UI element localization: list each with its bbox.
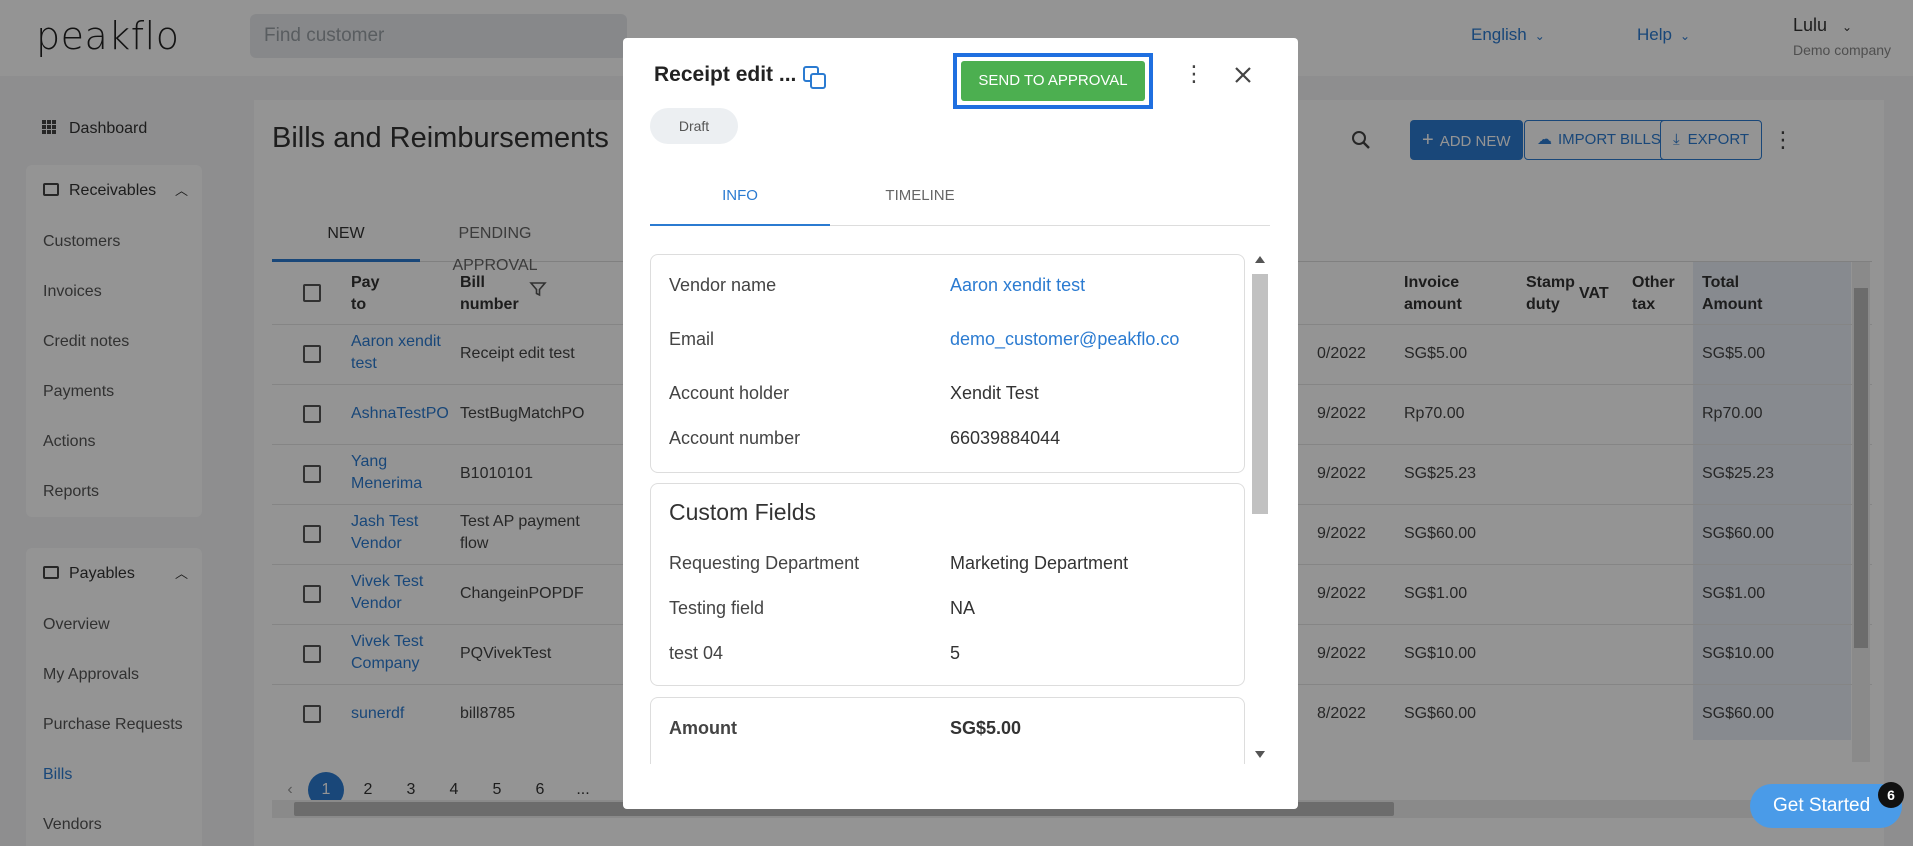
send-to-approval-highlight: SEND TO APPROVAL <box>953 53 1153 109</box>
account-holder-label: Account holder <box>669 383 790 403</box>
amount-label: Amount <box>669 718 737 738</box>
requesting-department-label: Requesting Department <box>669 553 860 573</box>
modal-tabs: INFO TIMELINE <box>650 178 1270 226</box>
requesting-department-value: Marketing Department <box>950 553 1129 573</box>
more-options-icon[interactable]: ⋮ <box>1183 63 1205 85</box>
testing-field-value: NA <box>950 598 976 618</box>
account-number-value: 66039884044 <box>950 428 1061 448</box>
custom-fields-card: Custom Fields Requesting Department Mark… <box>650 483 1245 686</box>
tab-timeline[interactable]: TIMELINE <box>830 178 1010 226</box>
copy-icon[interactable] <box>801 64 829 92</box>
modal-scroll-body[interactable]: Vendor name Aaron xendit test Email demo… <box>650 254 1272 764</box>
bill-detail-modal: Receipt edit ... SEND TO APPROVAL ⋮ Draf… <box>623 38 1298 809</box>
email-link[interactable]: demo_customer@peakflo.co <box>950 329 1179 350</box>
modal-title: Receipt edit ... <box>654 63 797 86</box>
test-04-label: test 04 <box>669 643 724 663</box>
amount-value: SG$5.00 <box>950 718 1022 738</box>
status-badge: Draft <box>650 108 738 144</box>
close-icon[interactable] <box>1231 63 1255 87</box>
scroll-down-arrow-icon[interactable] <box>1255 751 1265 758</box>
tab-info[interactable]: INFO <box>650 178 830 226</box>
vendor-name-label: Vendor name <box>669 275 777 295</box>
account-holder-value: Xendit Test <box>950 383 1039 403</box>
vendor-name-link[interactable]: Aaron xendit test <box>950 275 1085 296</box>
amount-card: Amount SG$5.00 <box>650 697 1245 764</box>
custom-fields-title: Custom Fields <box>669 499 816 525</box>
email-label: Email <box>669 329 715 349</box>
modal-vertical-scrollbar[interactable] <box>1248 254 1272 764</box>
vendor-card: Vendor name Aaron xendit test Email demo… <box>650 254 1245 473</box>
test-04-value: 5 <box>950 643 961 663</box>
send-to-approval-button[interactable]: SEND TO APPROVAL <box>961 61 1145 101</box>
scroll-up-arrow-icon[interactable] <box>1255 256 1265 263</box>
testing-field-label: Testing field <box>669 598 765 618</box>
account-number-label: Account number <box>669 428 801 448</box>
get-started-badge: 6 <box>1878 782 1904 808</box>
scrollbar-thumb[interactable] <box>1252 274 1268 514</box>
